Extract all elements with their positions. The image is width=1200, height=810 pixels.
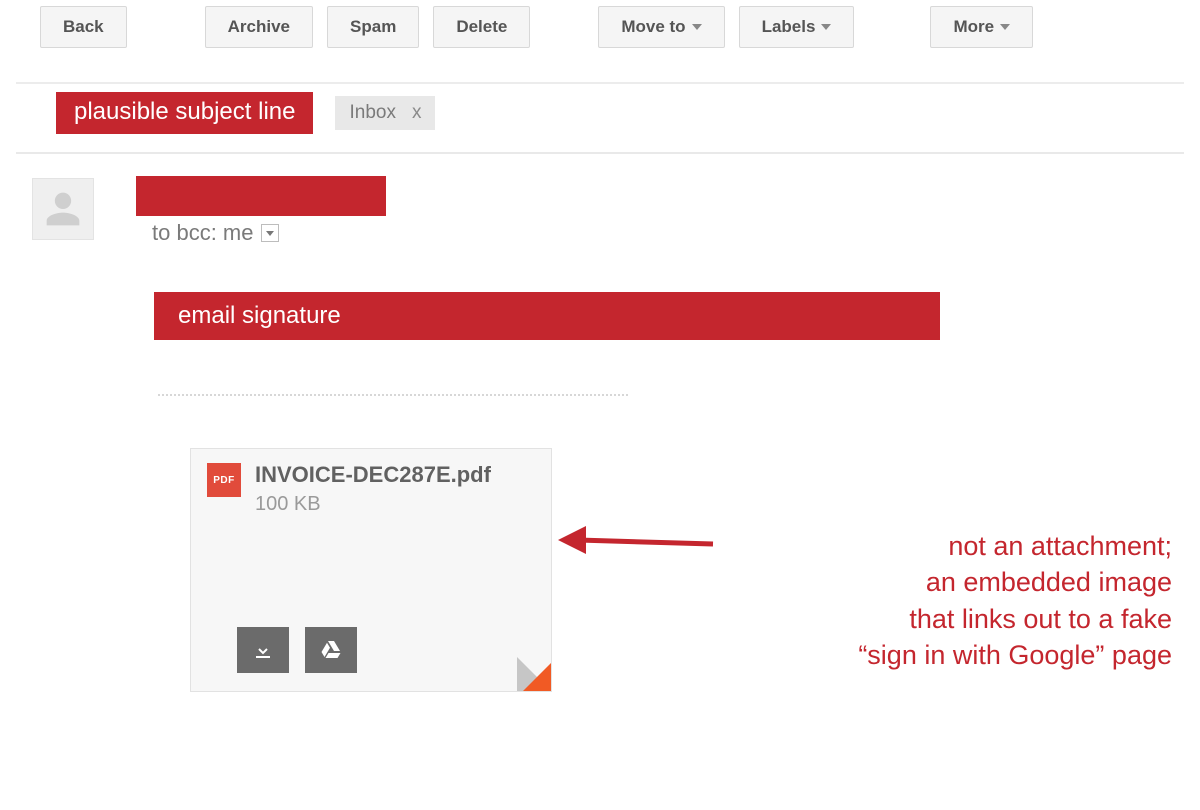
move-to-button[interactable]: Move to — [598, 6, 724, 48]
spam-button[interactable]: Spam — [327, 6, 419, 48]
back-button[interactable]: Back — [40, 6, 127, 48]
signature-redacted: email signature — [154, 292, 940, 340]
caret-down-icon — [821, 24, 831, 30]
archive-button[interactable]: Archive — [205, 6, 313, 48]
attachment-actions — [237, 627, 357, 673]
avatar — [32, 178, 94, 240]
caret-down-icon — [1000, 24, 1010, 30]
move-to-label: Move to — [621, 17, 685, 37]
annotation-line: an embedded image — [682, 564, 1172, 600]
email-toolbar: Back Archive Spam Delete Move to Labels … — [0, 0, 1200, 54]
subject-row: plausible subject line Inbox x — [16, 84, 1184, 142]
attachment-header: PDF INVOICE-DEC287E.pdf 100 KB — [191, 449, 551, 516]
annotation-text: not an attachment; an embedded image tha… — [682, 528, 1172, 674]
attachment-divider — [158, 394, 628, 396]
remove-label-icon[interactable]: x — [412, 102, 422, 124]
signature-label: email signature — [178, 302, 341, 330]
caret-down-icon — [692, 24, 702, 30]
attachment-size: 100 KB — [255, 493, 491, 516]
pdf-icon: PDF — [207, 463, 241, 497]
delete-button[interactable]: Delete — [433, 6, 530, 48]
annotation-line: not an attachment; — [682, 528, 1172, 564]
person-icon — [43, 189, 83, 229]
labels-label: Labels — [762, 17, 816, 37]
sender-name-redacted — [136, 176, 386, 216]
labels-button[interactable]: Labels — [739, 6, 855, 48]
download-icon — [251, 638, 275, 662]
archive-label: Archive — [228, 17, 290, 37]
drive-icon — [319, 638, 343, 662]
delete-label: Delete — [456, 17, 507, 37]
divider — [16, 152, 1184, 154]
annotation-line: that links out to a fake — [682, 601, 1172, 637]
subject-redacted: plausible subject line — [56, 92, 313, 134]
spam-label: Spam — [350, 17, 396, 37]
show-details-button[interactable] — [261, 224, 279, 242]
inbox-chip-label: Inbox — [349, 102, 395, 124]
more-label: More — [953, 17, 994, 37]
attachment-meta: INVOICE-DEC287E.pdf 100 KB — [255, 463, 491, 516]
recipient-line: to bcc: me — [152, 220, 279, 246]
caret-down-icon — [266, 231, 274, 236]
download-button[interactable] — [237, 627, 289, 673]
attachment-filename: INVOICE-DEC287E.pdf — [255, 463, 491, 487]
fake-attachment-image[interactable]: PDF INVOICE-DEC287E.pdf 100 KB — [190, 448, 552, 692]
back-label: Back — [63, 17, 104, 37]
more-button[interactable]: More — [930, 6, 1033, 48]
recipient-text: to bcc: me — [152, 220, 253, 246]
page-fold-accent-icon — [523, 663, 551, 691]
annotation-line: “sign in with Google” page — [682, 637, 1172, 673]
inbox-label-chip[interactable]: Inbox x — [335, 96, 435, 130]
message-area: plausible subject line Inbox x — [16, 82, 1184, 142]
save-to-drive-button[interactable] — [305, 627, 357, 673]
